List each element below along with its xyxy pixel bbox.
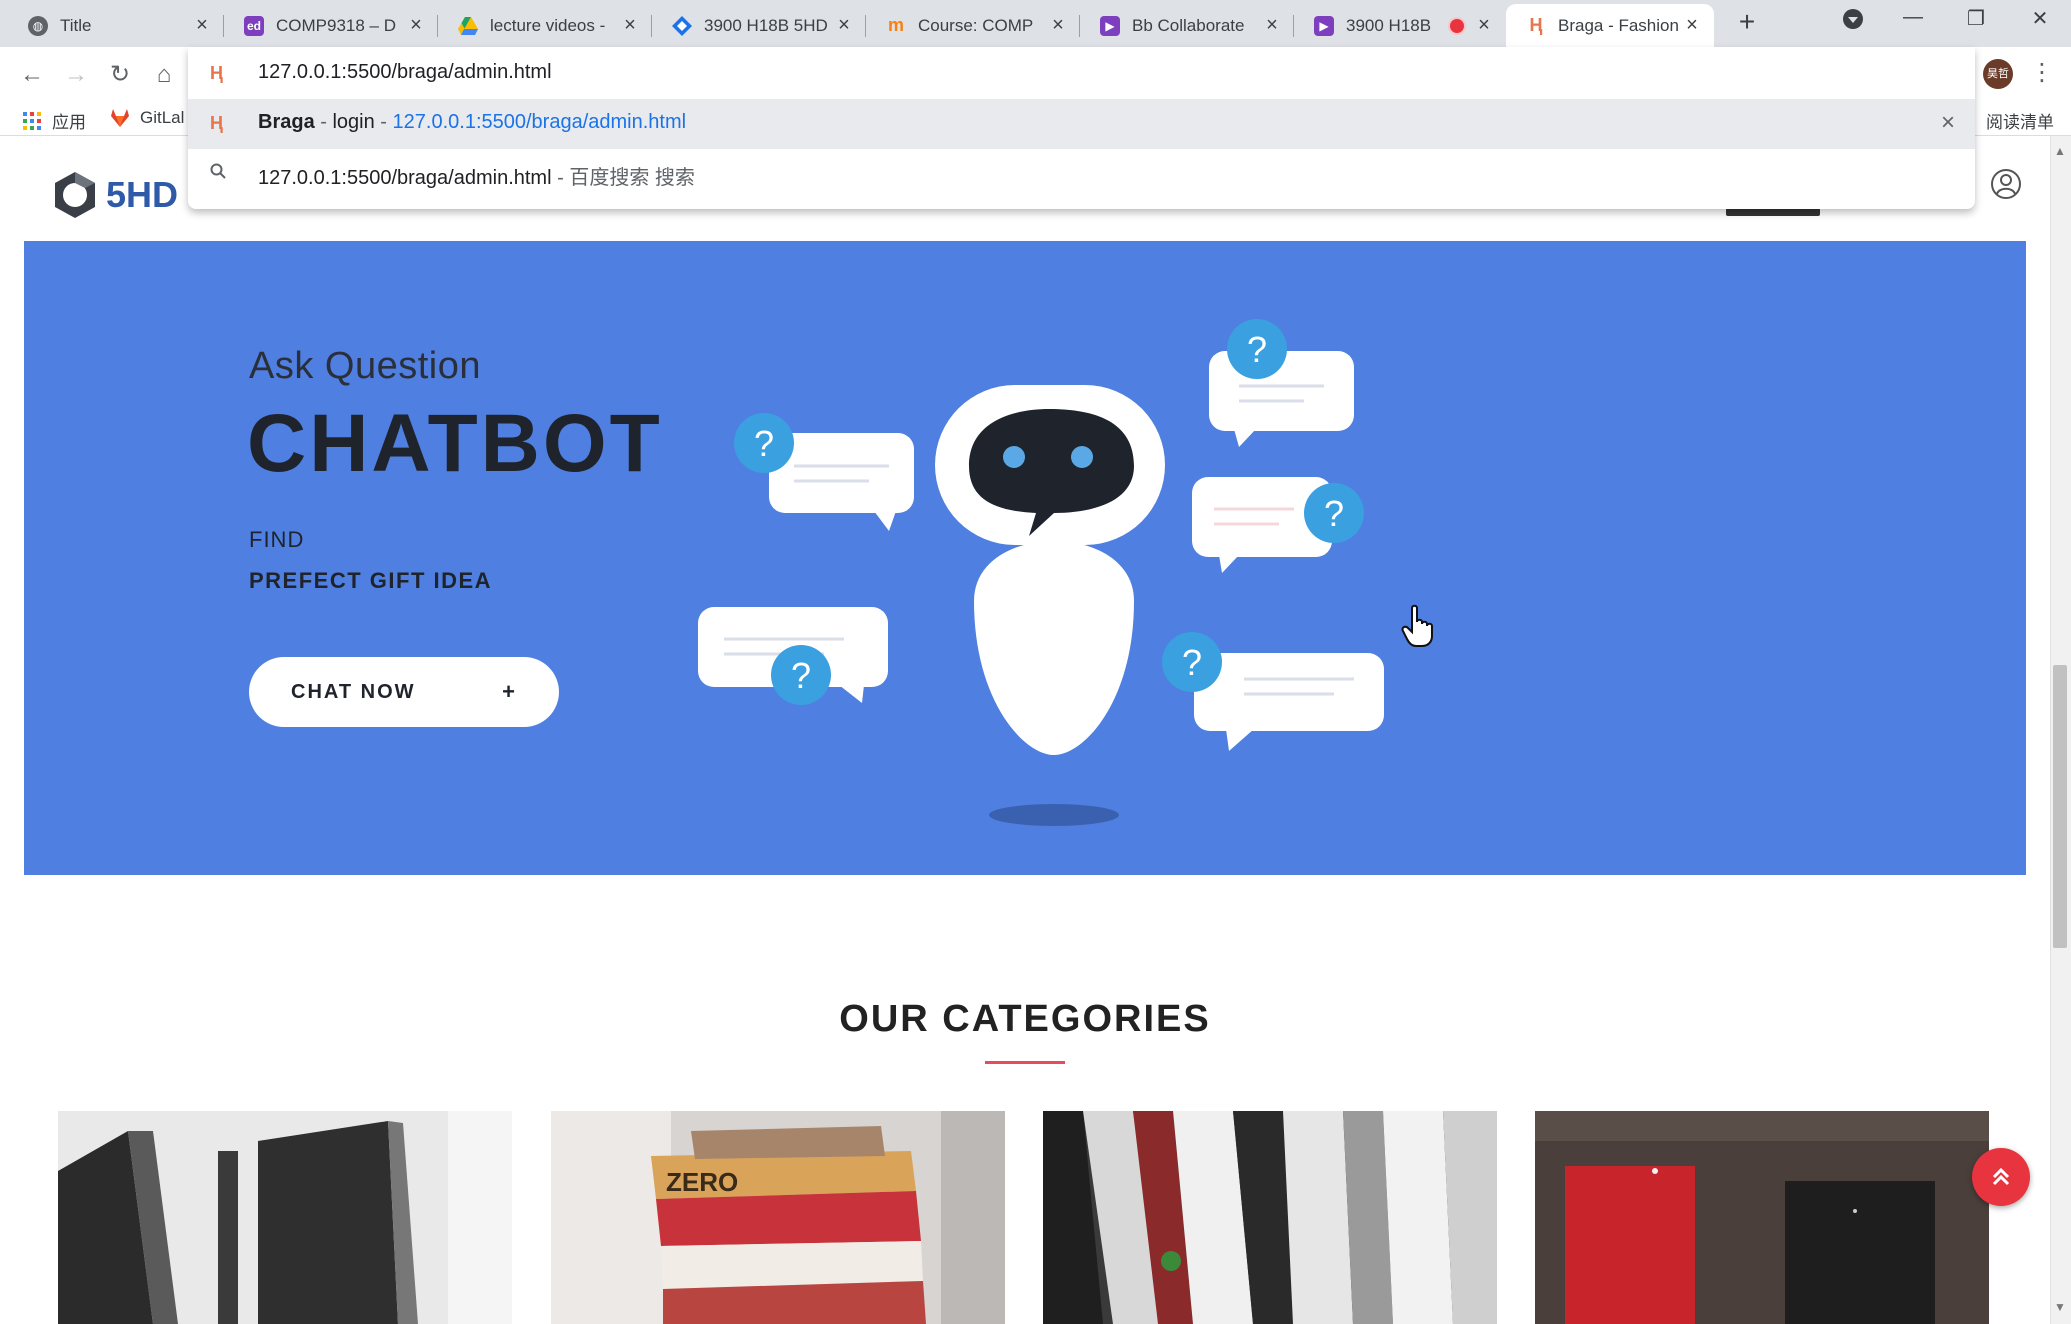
logo-text: 5HD: [106, 174, 179, 215]
home-icon[interactable]: ⌂: [148, 59, 180, 91]
svg-text:?: ?: [1324, 493, 1344, 534]
tab-close-icon[interactable]: ×: [1682, 14, 1702, 37]
braga-icon: Ⱨ: [210, 113, 223, 133]
tshirts-photo: [1535, 1111, 1989, 1324]
tab-close-icon[interactable]: ×: [406, 14, 426, 37]
laptops-photo: [58, 1111, 512, 1324]
svg-text:?: ?: [754, 423, 774, 464]
recording-icon: [1450, 18, 1464, 33]
header-underline: [1726, 208, 1820, 216]
scrollbar-thumb[interactable]: [2053, 665, 2067, 948]
new-tab-plus-icon[interactable]: +: [1732, 8, 1762, 38]
search-query: 127.0.0.1:5500/braga/admin.html: [258, 167, 552, 189]
site-logo[interactable]: 5HD: [50, 170, 178, 220]
braga-icon: Ⱨ: [210, 63, 223, 83]
apps-grid-icon: [22, 111, 42, 131]
back-to-top-button[interactable]: [1972, 1148, 2030, 1206]
reading-list[interactable]: 阅读清单: [1986, 108, 2054, 133]
tab-close-icon[interactable]: ×: [1048, 14, 1068, 37]
browser-window: { "browser": { "tabs": [ {"title": "Titl…: [0, 0, 2071, 1324]
suggestion-history[interactable]: Ⱨ Braga - login - 127.0.0.1:5500/braga/a…: [188, 99, 1975, 149]
speech-bubble-icon: ?: [698, 607, 888, 705]
address-input[interactable]: 127.0.0.1:5500/braga/admin.html: [258, 61, 552, 84]
diamond-icon: [672, 15, 692, 36]
moodle-icon: m: [887, 15, 904, 35]
suggestion-search[interactable]: 127.0.0.1:5500/braga/admin.html - 百度搜索 搜…: [188, 149, 1975, 199]
search-icon: [210, 163, 226, 184]
tab-bb-collaborate[interactable]: ▶ Bb Collaborate ×: [1080, 4, 1294, 47]
google-drive-icon: [458, 16, 478, 36]
tab-3900-h18b-5hd[interactable]: 3900 H18B 5HD ×: [652, 4, 866, 47]
profile-avatar[interactable]: 昊哲: [1983, 59, 2013, 89]
hero-gift-text: PREFECT GIFT IDEA: [249, 568, 493, 593]
tab-3900-h18b[interactable]: ▶ 3900 H18B ×: [1294, 4, 1506, 47]
page-content: 5HD Ask Question CHATBOT FIND PREFECT GI…: [0, 136, 2050, 1324]
braga-icon: Ⱨ: [1529, 15, 1543, 35]
forward-arrow-icon[interactable]: →: [60, 59, 92, 91]
tab-strip: ◍ Title × ed COMP9318 – D × lecture vide…: [0, 0, 2071, 47]
restore-icon[interactable]: ❐: [1956, 6, 1996, 31]
hero-title: CHATBOT: [247, 398, 663, 489]
chevron-up-double-icon: [1992, 1167, 2010, 1186]
category-card-books[interactable]: ZERO: [551, 1111, 1005, 1324]
section-underline: [985, 1061, 1065, 1064]
hand-cursor-icon: [1401, 604, 1433, 647]
shirts-photo: [1043, 1111, 1497, 1324]
chat-now-button[interactable]: CHAT NOW +: [249, 657, 559, 727]
address-bar[interactable]: Ⱨ 127.0.0.1:5500/braga/admin.html: [188, 47, 1975, 99]
tab-close-icon[interactable]: ×: [1262, 14, 1282, 37]
bookmark-gitlab[interactable]: GitLal: [110, 108, 184, 128]
bookmark-apps[interactable]: 应用: [22, 108, 86, 133]
tab-close-icon[interactable]: ×: [620, 14, 640, 37]
hero-banner: Ask Question CHATBOT FIND PREFECT GIFT I…: [24, 241, 2026, 875]
speech-bubble-icon: ?: [1162, 632, 1384, 751]
collaborate-icon: ▶: [1100, 15, 1120, 36]
back-arrow-icon[interactable]: ←: [16, 59, 48, 91]
tab-title[interactable]: ◍ Title ×: [8, 4, 224, 47]
remove-suggestion-close-icon[interactable]: ×: [1941, 109, 1955, 137]
tab-lecture-videos[interactable]: lecture videos - ×: [438, 4, 652, 47]
tab-close-icon[interactable]: ×: [1474, 14, 1494, 37]
omnibox-dropdown: Ⱨ 127.0.0.1:5500/braga/admin.html Ⱨ Brag…: [188, 47, 1975, 209]
suggestion-site-name: Braga: [258, 111, 315, 133]
window-close-icon[interactable]: ✕: [2020, 6, 2060, 31]
tab-close-icon[interactable]: ×: [834, 14, 854, 37]
search-engine-label: - 百度搜索 搜索: [551, 167, 695, 189]
tab-course-comp[interactable]: m Course: COMP ×: [866, 4, 1080, 47]
section-title: OUR CATEGORIES: [839, 998, 1211, 1040]
svg-text:ZERO: ZERO: [666, 1167, 738, 1197]
ed-icon: ed: [244, 15, 264, 36]
hero-find-text: FIND: [249, 527, 305, 552]
suggestion-url: 127.0.0.1:5500/braga/admin.html: [392, 111, 687, 133]
tab-search-icon[interactable]: [1833, 8, 1873, 36]
svg-text:?: ?: [1247, 329, 1267, 370]
scroll-down-icon[interactable]: ▼: [2054, 1300, 2066, 1314]
minimize-icon[interactable]: —: [1893, 6, 1933, 29]
collaborate-icon: ▶: [1314, 15, 1334, 36]
category-card-laptops[interactable]: [58, 1111, 512, 1324]
category-card-tshirts[interactable]: [1535, 1111, 1989, 1324]
user-account-icon[interactable]: [1990, 168, 2022, 200]
chatbot-illustration: ? ? ? ? ?: [698, 319, 1384, 826]
suggestion-page: login: [332, 111, 375, 133]
scroll-up-icon[interactable]: ▲: [2054, 144, 2066, 158]
reload-icon[interactable]: ↻: [104, 59, 136, 91]
logo-hexagon-icon: [55, 172, 95, 218]
globe-icon: ◍: [28, 15, 48, 36]
books-photo: ZERO: [551, 1111, 1005, 1324]
speech-bubble-icon: ?: [1192, 477, 1364, 573]
tab-close-icon[interactable]: ×: [192, 14, 212, 37]
tab-braga-fashion[interactable]: Ⱨ Braga - Fashion ×: [1506, 4, 1714, 47]
gitlab-icon: [110, 108, 130, 128]
speech-bubble-icon: ?: [734, 413, 914, 531]
svg-text:?: ?: [1182, 642, 1202, 683]
browser-menu-icon[interactable]: ⋮: [2030, 58, 2054, 87]
speech-bubble-icon: ?: [1209, 319, 1354, 447]
plus-icon: +: [502, 679, 517, 704]
svg-text:?: ?: [791, 655, 811, 696]
tab-comp9318[interactable]: ed COMP9318 – D ×: [224, 4, 438, 47]
category-card-shirts[interactable]: [1043, 1111, 1497, 1324]
hero-subtitle: Ask Question: [249, 345, 481, 387]
